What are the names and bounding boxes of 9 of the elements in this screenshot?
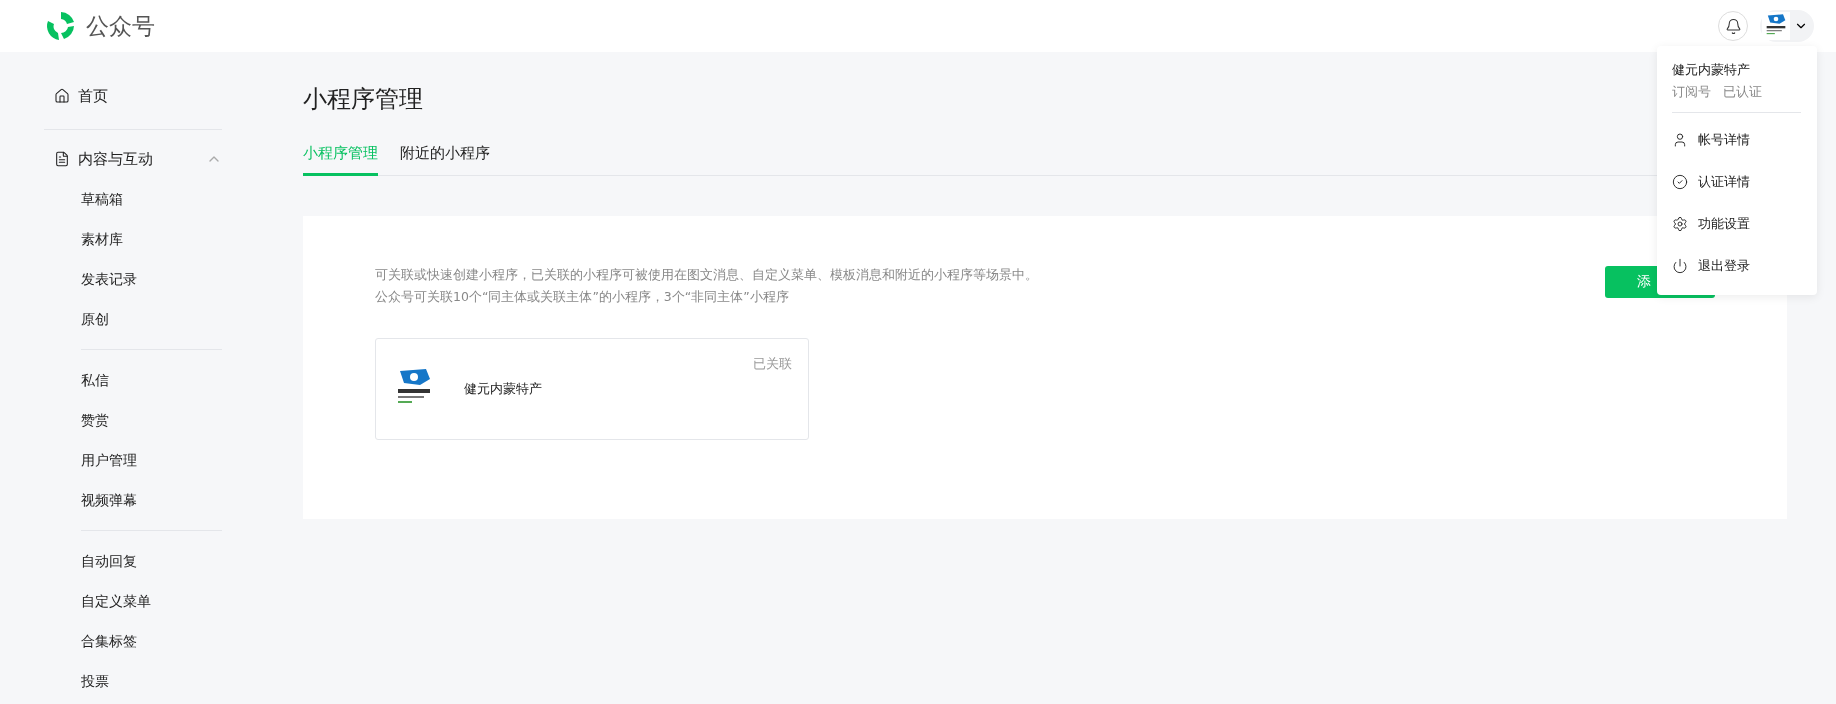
brand-title: 公众号: [86, 11, 155, 41]
description-text: 公众号可关联10个“同主体或关联主体”的小程序，3个“非同主体”小程序: [375, 288, 790, 306]
description-text: 可关联或快速创建小程序，已关联的小程序可被使用在图文消息、自定义菜单、模板消息和附近的小程序等场景中。: [375, 266, 1039, 284]
account-name: 健元内蒙特产: [1672, 61, 1751, 79]
link-status: 已关联: [753, 355, 792, 373]
page-title: 小程序管理: [303, 84, 423, 115]
program-name: 健元内蒙特产: [464, 380, 542, 398]
verification-status: 已认证: [1723, 83, 1762, 101]
account-type: 订阅号: [1672, 83, 1711, 101]
